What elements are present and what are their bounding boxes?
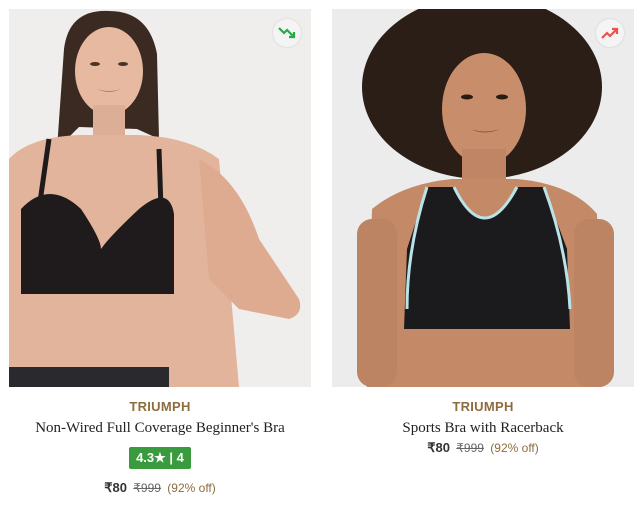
product-name[interactable]: Sports Bra with Racerback <box>332 420 634 437</box>
product-photo <box>9 9 311 387</box>
original-price: ₹999 <box>133 481 161 495</box>
sale-price: ₹80 <box>427 440 450 455</box>
brand-name: TRIUMPH <box>129 399 191 414</box>
product-image[interactable] <box>332 9 634 387</box>
price-row: ₹80 ₹999 (92% off) <box>332 440 634 456</box>
rating-badge: 4.3★ | 4 <box>129 447 191 469</box>
trend-down-icon[interactable] <box>273 19 301 47</box>
brand-name: TRIUMPH <box>452 399 514 414</box>
product-card[interactable]: TRIUMPH Non-Wired Full Coverage Beginner… <box>9 9 311 496</box>
original-price: ₹999 <box>456 441 484 455</box>
product-name[interactable]: Non-Wired Full Coverage Beginner's Bra <box>9 420 311 437</box>
product-photo <box>332 9 634 387</box>
sale-price: ₹80 <box>104 480 127 495</box>
trend-up-icon[interactable] <box>596 19 624 47</box>
product-card[interactable]: TRIUMPH Sports Bra with Racerback ₹80 ₹9… <box>332 9 634 456</box>
price-row: ₹80 ₹999 (92% off) <box>9 480 311 496</box>
product-image[interactable] <box>9 9 311 387</box>
discount-label: (92% off) <box>490 441 539 455</box>
discount-label: (92% off) <box>167 481 216 495</box>
